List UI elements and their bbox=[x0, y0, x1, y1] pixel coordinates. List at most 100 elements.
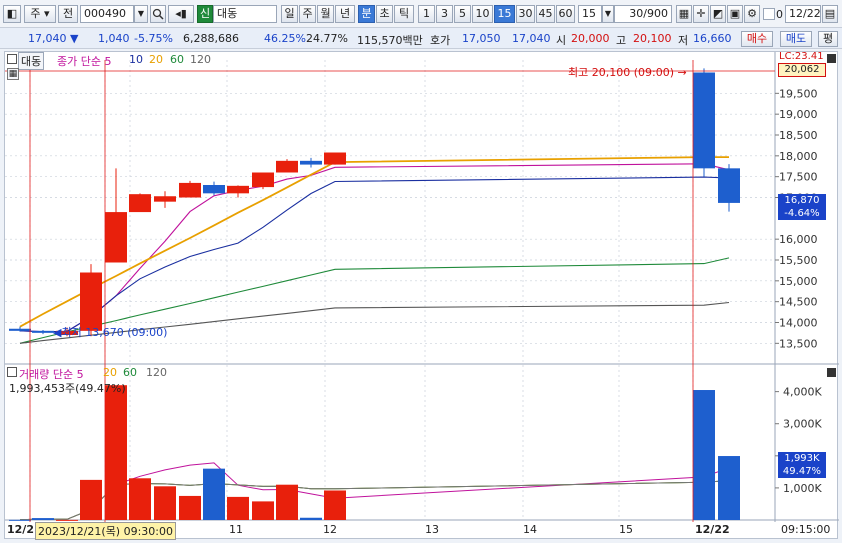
interval-1[interactable]: 1 bbox=[418, 5, 435, 23]
search-icon[interactable] bbox=[150, 5, 166, 23]
volume-bar-2 bbox=[56, 519, 78, 521]
open-label: 시 bbox=[556, 34, 567, 47]
volume-value: 6,288,686 bbox=[183, 32, 239, 45]
candle-body-15 bbox=[718, 168, 740, 203]
sell-button[interactable]: 매도 bbox=[780, 31, 812, 47]
volume-collapse-icon[interactable] bbox=[7, 367, 17, 377]
interval-60[interactable]: 60 bbox=[556, 5, 575, 23]
current-price: 17,040 ▼ bbox=[28, 32, 79, 45]
volume-bar-8 bbox=[203, 468, 225, 520]
sound-icon[interactable]: ◂▮ bbox=[168, 5, 194, 23]
stock-code-input[interactable]: 000490 bbox=[80, 5, 134, 23]
market-label: 주 bbox=[30, 7, 41, 20]
current-pct-tag: -4.64% bbox=[778, 207, 826, 220]
grid-icon[interactable]: ▦ bbox=[676, 5, 692, 23]
chart-menu-icon[interactable]: ◧ bbox=[3, 5, 21, 23]
ma-title: 종가 단순 5 bbox=[57, 55, 112, 68]
period-second[interactable]: 초 bbox=[376, 5, 393, 23]
low-price: 16,660 bbox=[693, 32, 732, 45]
checkbox[interactable] bbox=[763, 8, 775, 20]
interval-3[interactable]: 3 bbox=[436, 5, 453, 23]
ma-120-label: 120 bbox=[190, 53, 211, 66]
date-field[interactable]: 12/22 bbox=[785, 5, 821, 23]
chart-area[interactable]: 19,50019,00018,50018,00017,50017,00016,0… bbox=[4, 51, 839, 540]
interval-10[interactable]: 10 bbox=[472, 5, 493, 23]
ask-price: 17,050 bbox=[462, 32, 501, 45]
top-price-tag: 20,062 bbox=[778, 63, 826, 77]
draw-icon[interactable]: ◩ bbox=[710, 5, 726, 23]
price-tick-4: 17,500 bbox=[779, 171, 818, 184]
open-price: 20,000 bbox=[571, 32, 610, 45]
period-minute[interactable]: 분 bbox=[358, 5, 375, 23]
candle-body-9 bbox=[227, 185, 249, 194]
period-day[interactable]: 일 bbox=[281, 5, 298, 23]
period-week[interactable]: 주 bbox=[299, 5, 316, 23]
x-label-1: 12/2 bbox=[7, 523, 34, 536]
period-tick[interactable]: 틱 bbox=[394, 5, 414, 23]
x-label-6: 15 bbox=[619, 523, 633, 536]
price-panel-menu-icon[interactable] bbox=[827, 54, 836, 63]
period-month[interactable]: 월 bbox=[317, 5, 334, 23]
candle-body-6 bbox=[154, 196, 176, 202]
price-tick-8: 15,000 bbox=[779, 275, 818, 288]
volume-bar-1 bbox=[32, 518, 54, 520]
candle-body-7 bbox=[179, 182, 201, 198]
trade-amount: 115,570백만 bbox=[357, 34, 423, 47]
vol-ma-60-label: 60 bbox=[123, 366, 137, 379]
volume-bar-10 bbox=[252, 501, 274, 520]
price-tick-10: 14,000 bbox=[779, 317, 818, 330]
interval-45[interactable]: 45 bbox=[536, 5, 555, 23]
price-tick-7: 15,500 bbox=[779, 254, 818, 267]
candle-body-10 bbox=[252, 172, 274, 188]
code-dropdown-icon[interactable]: ▼ bbox=[134, 5, 148, 23]
interval-15[interactable]: 15 bbox=[494, 5, 515, 23]
x-label-3: 12 bbox=[323, 523, 337, 536]
candle-body-13 bbox=[324, 152, 346, 165]
panel-collapse-icon[interactable] bbox=[7, 54, 17, 64]
volume-bar-12 bbox=[300, 517, 322, 520]
volume-last-value: 1,993,453주(49.47%) bbox=[9, 382, 126, 395]
candle-body-12 bbox=[300, 160, 322, 165]
grid-toggle-icon[interactable]: ▦ bbox=[7, 68, 19, 80]
price-panel-bg bbox=[5, 52, 775, 364]
count-field[interactable]: 30/900 bbox=[614, 5, 672, 23]
interval-select[interactable]: 15 bbox=[578, 5, 602, 23]
cursor-time-label: 2023/12/21(목) 09:30:00 bbox=[35, 522, 177, 540]
interval-5[interactable]: 5 bbox=[454, 5, 471, 23]
ma-20-label: 20 bbox=[149, 53, 163, 66]
calendar-icon[interactable]: ▤ bbox=[822, 5, 838, 23]
candle-body-8 bbox=[203, 185, 225, 194]
volume-y-axis-ticks: 4,000K3,000K2,000K1,000K bbox=[775, 386, 822, 495]
vol-ma-120-label: 120 bbox=[146, 366, 167, 379]
price-tick-11: 13,500 bbox=[779, 337, 818, 350]
ma-60-label: 60 bbox=[170, 53, 184, 66]
high-label: 고 bbox=[616, 34, 627, 47]
eval-button[interactable]: 평 bbox=[818, 31, 838, 47]
low-annotation: ◀최저 13,670 (09:00) bbox=[53, 326, 168, 339]
right-arrow-icon: → bbox=[677, 66, 687, 79]
period-year[interactable]: 년 bbox=[335, 5, 355, 23]
candle-body-0 bbox=[9, 328, 31, 331]
volume-tick-3: 1,000K bbox=[783, 482, 822, 495]
volume-pct-tag: 49.47% bbox=[778, 465, 826, 478]
crosshair-icon[interactable]: ✛ bbox=[693, 5, 709, 23]
price-tick-3: 18,000 bbox=[779, 150, 818, 163]
volume-panel-menu-icon[interactable] bbox=[827, 368, 836, 377]
save-icon[interactable]: ▣ bbox=[727, 5, 743, 23]
volume-bar-4 bbox=[105, 385, 127, 520]
candle-body-11 bbox=[276, 160, 298, 173]
volume-bars bbox=[9, 385, 740, 521]
interval-30[interactable]: 30 bbox=[516, 5, 535, 23]
interval-dropdown-icon[interactable]: ▼ bbox=[602, 5, 614, 23]
settings-icon[interactable]: ⚙ bbox=[744, 5, 760, 23]
volume-bar-11 bbox=[276, 484, 298, 520]
signal-badge[interactable]: 신 bbox=[197, 5, 213, 23]
ma-10-label: 10 bbox=[129, 53, 143, 66]
price-tick-9: 14,500 bbox=[779, 296, 818, 309]
candle-body-4 bbox=[105, 212, 127, 263]
stock-name-field[interactable]: 대동 bbox=[213, 5, 277, 23]
jeon-button[interactable]: 전 bbox=[58, 5, 78, 23]
buy-button[interactable]: 매수 bbox=[741, 31, 773, 47]
market-select[interactable]: 주 ▾ bbox=[24, 5, 56, 23]
price-volume-chart[interactable]: 19,50019,00018,50018,00017,50017,00016,0… bbox=[5, 52, 839, 540]
